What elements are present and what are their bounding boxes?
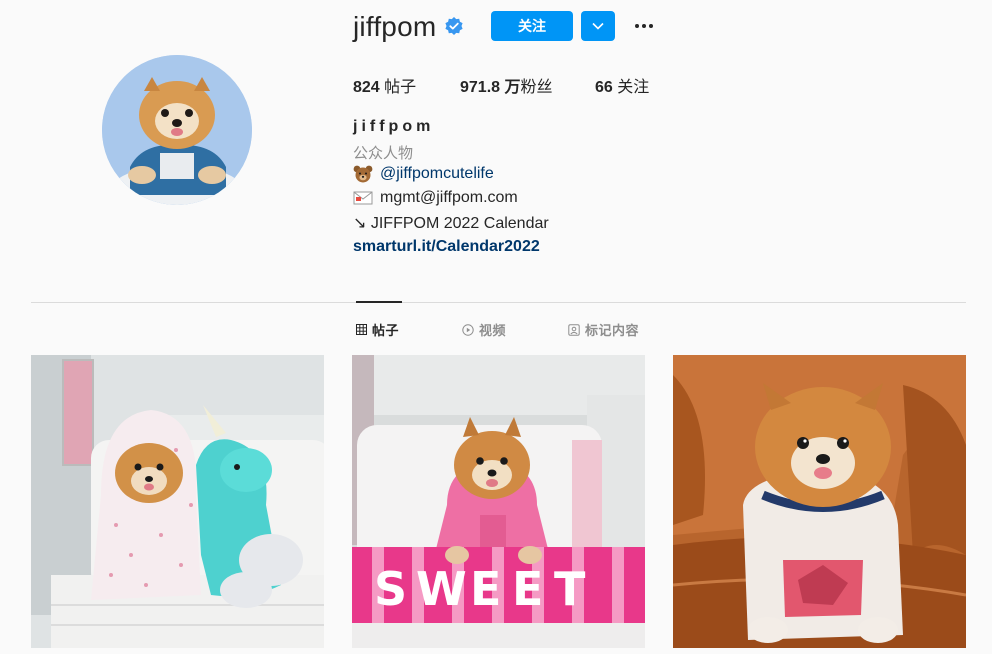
bear-face-icon xyxy=(353,165,373,183)
active-tab-indicator xyxy=(356,301,402,303)
stat-followers[interactable]: 971.8 万粉丝 xyxy=(460,73,553,97)
follow-button[interactable]: 关注 xyxy=(491,11,573,41)
svg-text:E: E xyxy=(512,562,543,616)
stat-posts: 824 帖子 xyxy=(353,79,417,96)
chevron-down-icon xyxy=(592,22,604,30)
post-image-sweet-pillow: SWE ET xyxy=(352,355,645,648)
more-options-button[interactable] xyxy=(630,14,658,38)
envelope-icon xyxy=(353,191,373,205)
suggestions-dropdown-button[interactable] xyxy=(581,11,615,41)
bio-mention-line: @jiffpomcutelife xyxy=(353,165,494,183)
svg-text:T: T xyxy=(554,562,586,616)
tab-tagged[interactable]: 标记内容 xyxy=(568,320,639,339)
stat-following[interactable]: 66 关注 xyxy=(595,73,649,97)
avatar-image xyxy=(102,55,252,205)
profile-avatar[interactable] xyxy=(102,55,252,205)
bio-calendar-line: ↘ JIFFPOM 2022 Calendar xyxy=(353,213,549,233)
tagged-icon xyxy=(568,323,580,336)
svg-text:S: S xyxy=(374,562,407,616)
bio-email-line: mgmt@jiffpom.com xyxy=(353,189,518,207)
post-thumbnail-1[interactable] xyxy=(31,355,324,648)
video-icon xyxy=(462,323,474,336)
profile-category: 公众人物 xyxy=(353,145,414,162)
post-thumbnail-3[interactable] xyxy=(673,355,966,648)
svg-text:E: E xyxy=(470,562,501,616)
verified-badge-icon xyxy=(445,17,463,35)
svg-text:W: W xyxy=(416,562,467,616)
bio-calendar-text: ↘ JIFFPOM 2022 Calendar xyxy=(353,215,549,232)
tabs-divider xyxy=(31,302,966,303)
bio-external-link[interactable]: smarturl.it/Calendar2022 xyxy=(353,238,540,256)
bio-email: mgmt@jiffpom.com xyxy=(380,189,518,206)
post-thumbnail-2[interactable]: SWE ET xyxy=(352,355,645,648)
tab-videos-label: 视频 xyxy=(479,323,507,338)
tab-tagged-label: 标记内容 xyxy=(585,323,640,338)
tab-posts-label: 帖子 xyxy=(372,323,400,338)
grid-icon xyxy=(356,324,367,335)
more-dots-icon xyxy=(635,24,639,28)
profile-full-name: jiffpom xyxy=(353,118,435,135)
tab-videos[interactable]: 视频 xyxy=(462,320,506,339)
bio-mention-link[interactable]: @jiffpomcutelife xyxy=(380,165,494,183)
post-image-hoodie-unicorn xyxy=(31,355,324,648)
post-image-leather-chair xyxy=(673,355,966,648)
profile-username: jiffpom xyxy=(353,11,437,42)
tab-posts[interactable]: 帖子 xyxy=(356,320,399,339)
